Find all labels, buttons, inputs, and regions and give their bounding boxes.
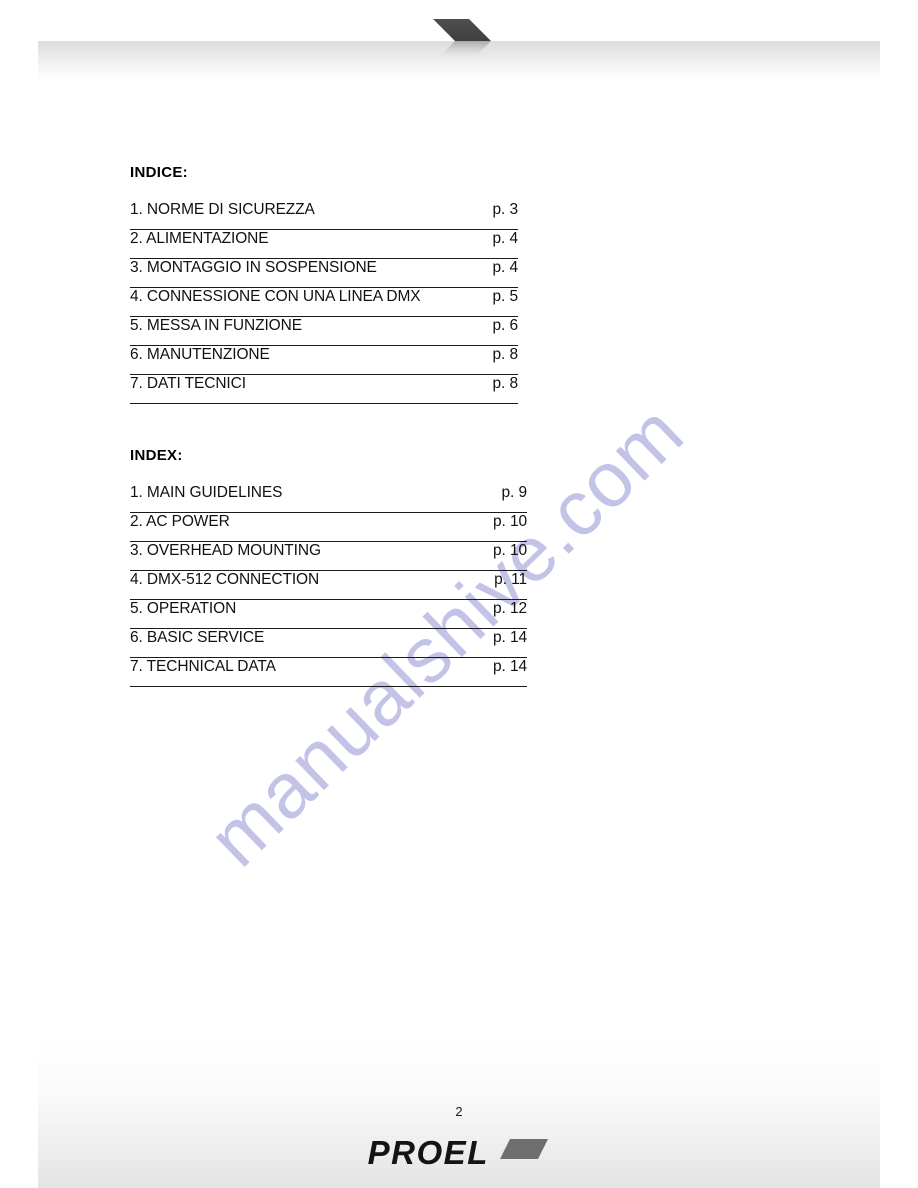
brand-logo: PROEL xyxy=(0,1134,918,1172)
index-entry[interactable]: 1. NORME DI SICUREZZA p. 3 xyxy=(130,201,518,230)
index-entry-page: p. 14 xyxy=(493,629,527,646)
index-entry-page: p. 3 xyxy=(492,201,519,218)
index-entry-page: p. 14 xyxy=(493,658,527,675)
index-list-english: 1. MAIN GUIDELINES p. 9 2. AC POWER p. 1… xyxy=(130,484,527,687)
index-entry-title: 4. DMX-512 CONNECTION xyxy=(130,571,320,588)
index-entry[interactable]: 7. TECHNICAL DATA p. 14 xyxy=(130,658,527,687)
index-entry-title: 1. NORME DI SICUREZZA xyxy=(130,201,315,218)
index-entry[interactable]: 3. OVERHEAD MOUNTING p. 10 xyxy=(130,542,527,571)
index-entry-title: 6. BASIC SERVICE xyxy=(130,629,265,646)
index-list-italian: 1. NORME DI SICUREZZA p. 3 2. ALIMENTAZI… xyxy=(130,201,518,404)
index-entry[interactable]: 2. ALIMENTAZIONE p. 4 xyxy=(130,230,518,259)
index-entry[interactable]: 6. BASIC SERVICE p. 14 xyxy=(130,629,527,658)
index-heading-english: INDEX: xyxy=(130,447,183,464)
index-entry-page: p. 4 xyxy=(492,259,519,276)
index-entry-page: p. 6 xyxy=(492,317,519,334)
index-entry-page: p. 8 xyxy=(492,375,519,392)
index-entry-page: p. 8 xyxy=(492,346,519,363)
index-entry[interactable]: 4. DMX-512 CONNECTION p. 11 xyxy=(130,571,527,600)
index-entry-page: p. 11 xyxy=(494,571,527,588)
index-entry-page: p. 10 xyxy=(493,513,527,530)
index-entry-title: 5. OPERATION xyxy=(130,600,237,617)
index-entry[interactable]: 7. DATI TECNICI p. 8 xyxy=(130,375,518,404)
index-entry-page: p. 5 xyxy=(492,288,519,305)
page-number: 2 xyxy=(455,1104,463,1119)
index-entry-title: 2. ALIMENTAZIONE xyxy=(130,230,269,247)
index-entry[interactable]: 2. AC POWER p. 10 xyxy=(130,513,527,542)
index-section-english: INDEX: 1. MAIN GUIDELINES p. 9 2. AC POW… xyxy=(130,447,527,687)
index-entry-page: p. 10 xyxy=(493,542,527,559)
index-entry-title: 3. OVERHEAD MOUNTING xyxy=(130,542,321,559)
index-entry-title: 4. CONNESSIONE CON UNA LINEA DMX xyxy=(130,288,421,305)
index-entry[interactable]: 1. MAIN GUIDELINES p. 9 xyxy=(130,484,527,513)
index-entry-title: 3. MONTAGGIO IN SOSPENSIONE xyxy=(130,259,377,276)
parallelogram-mark-icon xyxy=(498,1137,550,1166)
index-entry-title: 6. MANUTENZIONE xyxy=(130,346,270,363)
index-heading-italian: INDICE: xyxy=(130,164,188,181)
index-section-italian: INDICE: 1. NORME DI SICUREZZA p. 3 2. AL… xyxy=(130,164,518,404)
index-entry-page: p. 9 xyxy=(501,484,528,501)
index-entry-title: 7. TECHNICAL DATA xyxy=(130,658,276,675)
index-entry[interactable]: 4. CONNESSIONE CON UNA LINEA DMX p. 5 xyxy=(130,288,518,317)
index-entry-title: 1. MAIN GUIDELINES xyxy=(130,484,283,501)
index-entry-page: p. 4 xyxy=(492,230,519,247)
index-entry-title: 2. AC POWER xyxy=(130,513,230,530)
index-entry[interactable]: 5. MESSA IN FUNZIONE p. 6 xyxy=(130,317,518,346)
index-entry[interactable]: 5. OPERATION p. 12 xyxy=(130,600,527,629)
index-entry[interactable]: 3. MONTAGGIO IN SOSPENSIONE p. 4 xyxy=(130,259,518,288)
index-entry-page: p. 12 xyxy=(493,600,527,617)
index-entry-title: 7. DATI TECNICI xyxy=(130,375,246,392)
right-chevron-icon xyxy=(425,6,505,84)
index-entry-title: 5. MESSA IN FUNZIONE xyxy=(130,317,302,334)
manual-page: manualshive.com INDICE: 1. NORME DI SICU… xyxy=(0,0,918,1188)
brand-wordmark: PROEL xyxy=(367,1134,489,1171)
index-entry[interactable]: 6. MANUTENZIONE p. 8 xyxy=(130,346,518,375)
